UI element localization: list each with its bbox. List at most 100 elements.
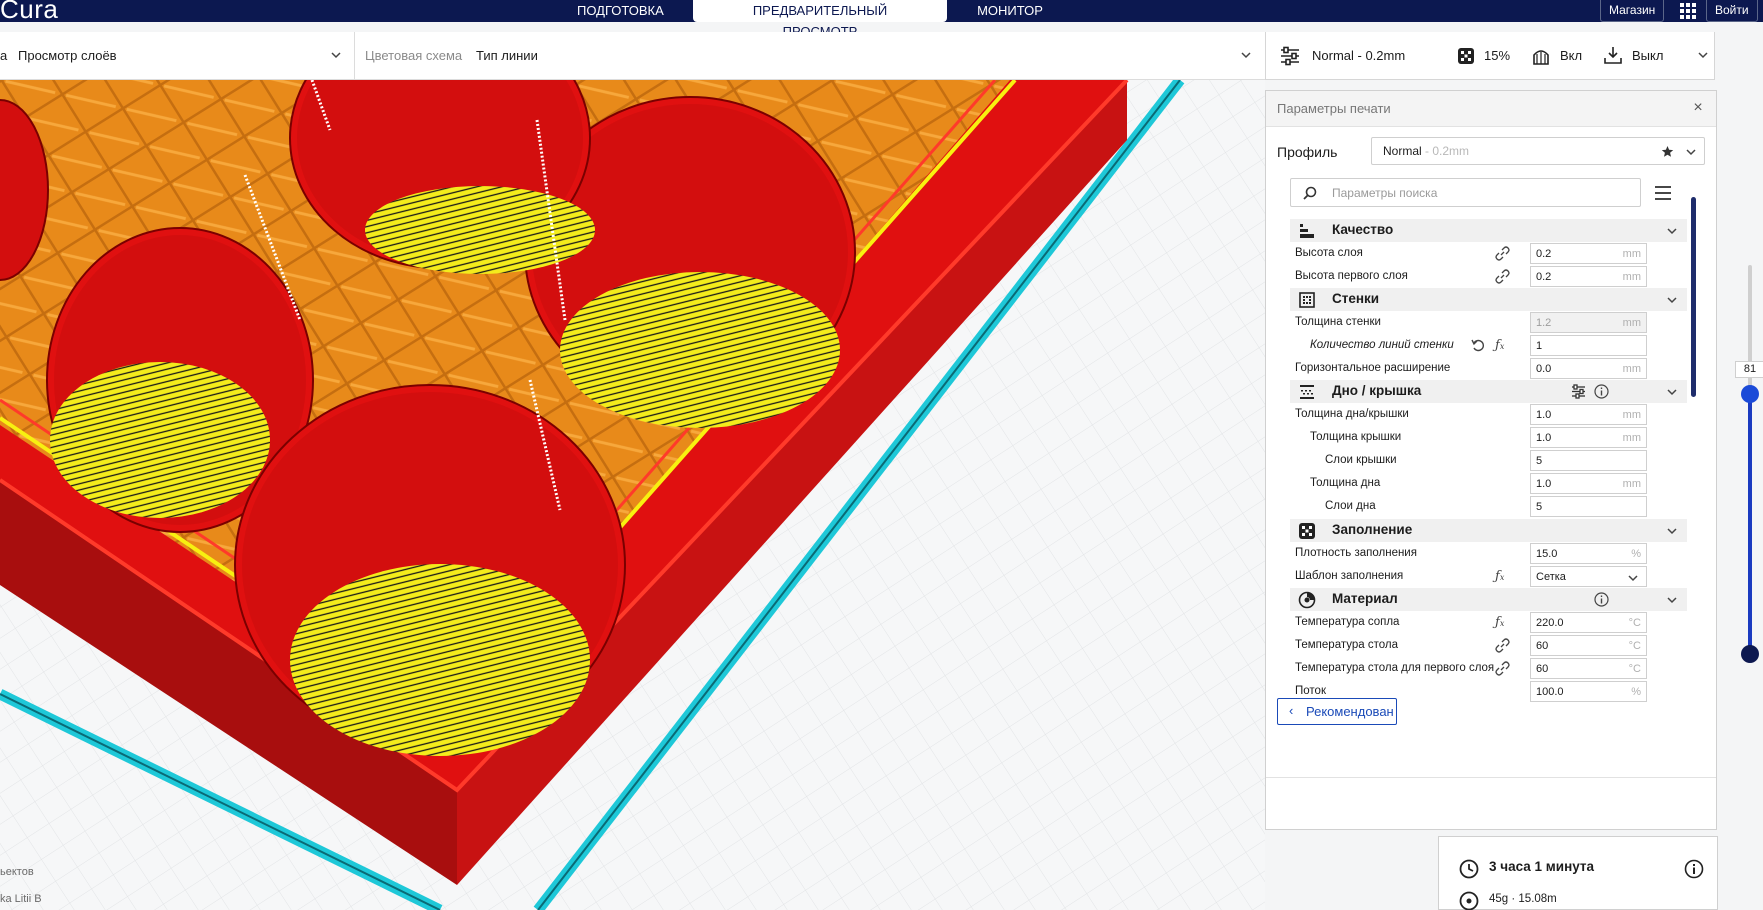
chevron-down-icon[interactable] — [331, 50, 341, 60]
settings-list[interactable]: Качество Высота слоя 0.2 mm Высота первог… — [1266, 219, 1706, 777]
category-quality[interactable]: Качество — [1290, 219, 1687, 242]
category-infill[interactable]: Заполнение — [1290, 519, 1687, 542]
material-usage: 45g · 15.08m — [1489, 893, 1557, 905]
profile-select[interactable]: Normal - 0.2mm — [1371, 137, 1705, 165]
star-icon — [1661, 146, 1674, 157]
setting-value-field[interactable]: 0.2 mm — [1530, 266, 1647, 287]
setting-value-field[interactable]: 1.0 mm — [1530, 404, 1647, 425]
print-setup-bar[interactable]: Normal - 0.2mm 15% Вкл Выкл — [1265, 32, 1715, 80]
printer-name-label: ka Litii B — [0, 893, 42, 905]
panel-title: Параметры печати — [1277, 101, 1391, 116]
apps-grid-icon[interactable] — [1679, 2, 1697, 20]
adhesion-icon — [1604, 47, 1622, 64]
stage-prepare[interactable]: ПОДГОТОВКА — [553, 0, 685, 22]
info-icon[interactable] — [1684, 859, 1704, 879]
link-icon[interactable] — [1495, 638, 1510, 653]
setting-value-field[interactable]: 220.0 °C — [1530, 612, 1647, 633]
setting-value-field[interactable]: 5 — [1530, 450, 1647, 471]
setting-value-field[interactable]: 60 °C — [1530, 635, 1647, 656]
chevron-down-icon — [1667, 389, 1677, 396]
profile-name: Normal — [1383, 144, 1422, 158]
setting-bed-temperature: Температура стола 60 °C — [1266, 634, 1706, 657]
function-icon[interactable]: ƒx — [1495, 338, 1510, 353]
link-icon[interactable] — [1495, 269, 1510, 284]
support-summary: Вкл — [1560, 48, 1583, 63]
recommended-mode-button[interactable]: ‹ Рекомендован — [1277, 698, 1397, 725]
link-icon[interactable] — [1495, 246, 1510, 261]
search-placeholder: Параметры поиска — [1332, 186, 1438, 200]
setting-value-field[interactable]: 1.2 mm — [1530, 312, 1647, 333]
category-top-bottom[interactable]: Дно / крышка — [1290, 380, 1687, 403]
setting-label: Высота первого слоя — [1295, 270, 1408, 282]
setting-select-field[interactable]: Сетка — [1530, 566, 1647, 587]
info-icon[interactable] — [1594, 384, 1609, 399]
adhesion-summary: Выкл — [1632, 48, 1664, 63]
view-type-select[interactable]: Просмотр слоёв — [18, 32, 117, 80]
setting-value-field[interactable]: 0.0 mm — [1530, 358, 1647, 379]
category-label: Материал — [1332, 591, 1398, 606]
stage-monitor[interactable]: МОНИТОР — [953, 0, 1067, 22]
setting-label: Температура стола для первого слоя — [1295, 662, 1495, 674]
color-scheme-select[interactable]: Тип линии — [476, 32, 538, 80]
function-icon[interactable]: ƒx — [1495, 569, 1510, 584]
setting-label: Поток — [1295, 685, 1326, 697]
divider — [1266, 777, 1716, 778]
layer-slider-upper-handle[interactable] — [1741, 385, 1759, 403]
print-settings-panel: Параметры печати × Профиль Normal - 0.2m… — [1265, 90, 1717, 830]
setting-value-field[interactable]: 0.2 mm — [1530, 243, 1647, 264]
category-walls[interactable]: Стенки — [1290, 288, 1687, 311]
settings-search-input[interactable]: Параметры поиска — [1290, 178, 1641, 207]
material-spool-icon — [1298, 591, 1316, 609]
chevron-down-icon[interactable] — [1698, 50, 1708, 60]
setting-initial-layer-height: Высота первого слоя 0.2 mm — [1266, 265, 1706, 288]
layer-preview-viewport[interactable]: ьектов ka Litii B — [0, 80, 1265, 910]
info-icon[interactable] — [1594, 592, 1609, 607]
setting-value-field[interactable]: 5 — [1530, 496, 1647, 517]
setting-nozzle-temperature: Температура сопла ƒx 220.0 °C — [1266, 611, 1706, 634]
link-icon[interactable] — [1495, 661, 1510, 676]
marketplace-button[interactable]: Магазин — [1600, 0, 1665, 22]
setting-bottom-layers: Слои дна 5 — [1266, 495, 1706, 518]
setting-bottom-thickness: Толщина дна 1.0 mm — [1266, 472, 1706, 495]
object-list-label[interactable]: ьектов — [0, 866, 34, 878]
setting-value-field[interactable]: 1 — [1530, 335, 1647, 356]
profile-summary: Normal - 0.2mm — [1312, 48, 1406, 63]
setting-value-field[interactable]: 1.0 mm — [1530, 427, 1647, 448]
login-button[interactable]: Войти — [1706, 0, 1758, 22]
reset-icon[interactable] — [1471, 338, 1486, 353]
search-icon — [1303, 186, 1317, 200]
infill-icon — [1458, 48, 1474, 64]
panel-header: Параметры печати × — [1266, 91, 1716, 127]
setting-wall-line-count: Количество линий стенки ƒx 1 — [1266, 334, 1706, 357]
category-material[interactable]: Материал — [1290, 588, 1687, 611]
chevron-down-icon — [1667, 228, 1677, 235]
setting-top-layers: Слои крышки 5 — [1266, 449, 1706, 472]
chevron-down-icon — [1667, 297, 1677, 304]
sliders-icon — [1281, 46, 1299, 66]
setting-value-field[interactable]: 60 °C — [1530, 658, 1647, 679]
view-type-prefix: а — [0, 48, 8, 63]
chevron-down-icon[interactable] — [1241, 50, 1251, 60]
support-icon — [1533, 50, 1549, 65]
setting-value-field[interactable]: 100.0% — [1530, 681, 1647, 702]
view-type-bar: а Просмотр слоёв Цветовая схема Тип лини… — [0, 32, 1265, 80]
settings-scrollbar[interactable] — [1691, 197, 1696, 397]
function-icon[interactable]: ƒx — [1495, 615, 1510, 630]
setting-label: Количество линий стенки — [1310, 339, 1454, 351]
menu-icon[interactable] — [1652, 182, 1674, 204]
layer-number-label[interactable]: 81 — [1735, 361, 1763, 378]
chevron-down-icon — [1628, 575, 1638, 582]
setting-label: Температура стола — [1295, 639, 1398, 651]
setting-value-field[interactable]: 15.0% — [1530, 543, 1647, 564]
model-layer-view — [0, 80, 1265, 910]
chevron-down-icon — [1686, 149, 1696, 156]
setting-label: Высота слоя — [1295, 247, 1363, 259]
clock-icon — [1459, 859, 1479, 879]
setting-value-field[interactable]: 1.0 mm — [1530, 473, 1647, 494]
layer-slider-lower-handle[interactable] — [1741, 645, 1759, 663]
chevron-left-icon: ‹ — [1289, 703, 1294, 718]
adjust-icon[interactable] — [1571, 384, 1586, 399]
color-scheme-label: Цветовая схема — [365, 48, 463, 63]
close-icon[interactable]: × — [1690, 100, 1706, 116]
stage-preview[interactable]: ПРЕДВАРИТЕЛЬНЫЙ ПРОСМОТР — [693, 0, 947, 39]
